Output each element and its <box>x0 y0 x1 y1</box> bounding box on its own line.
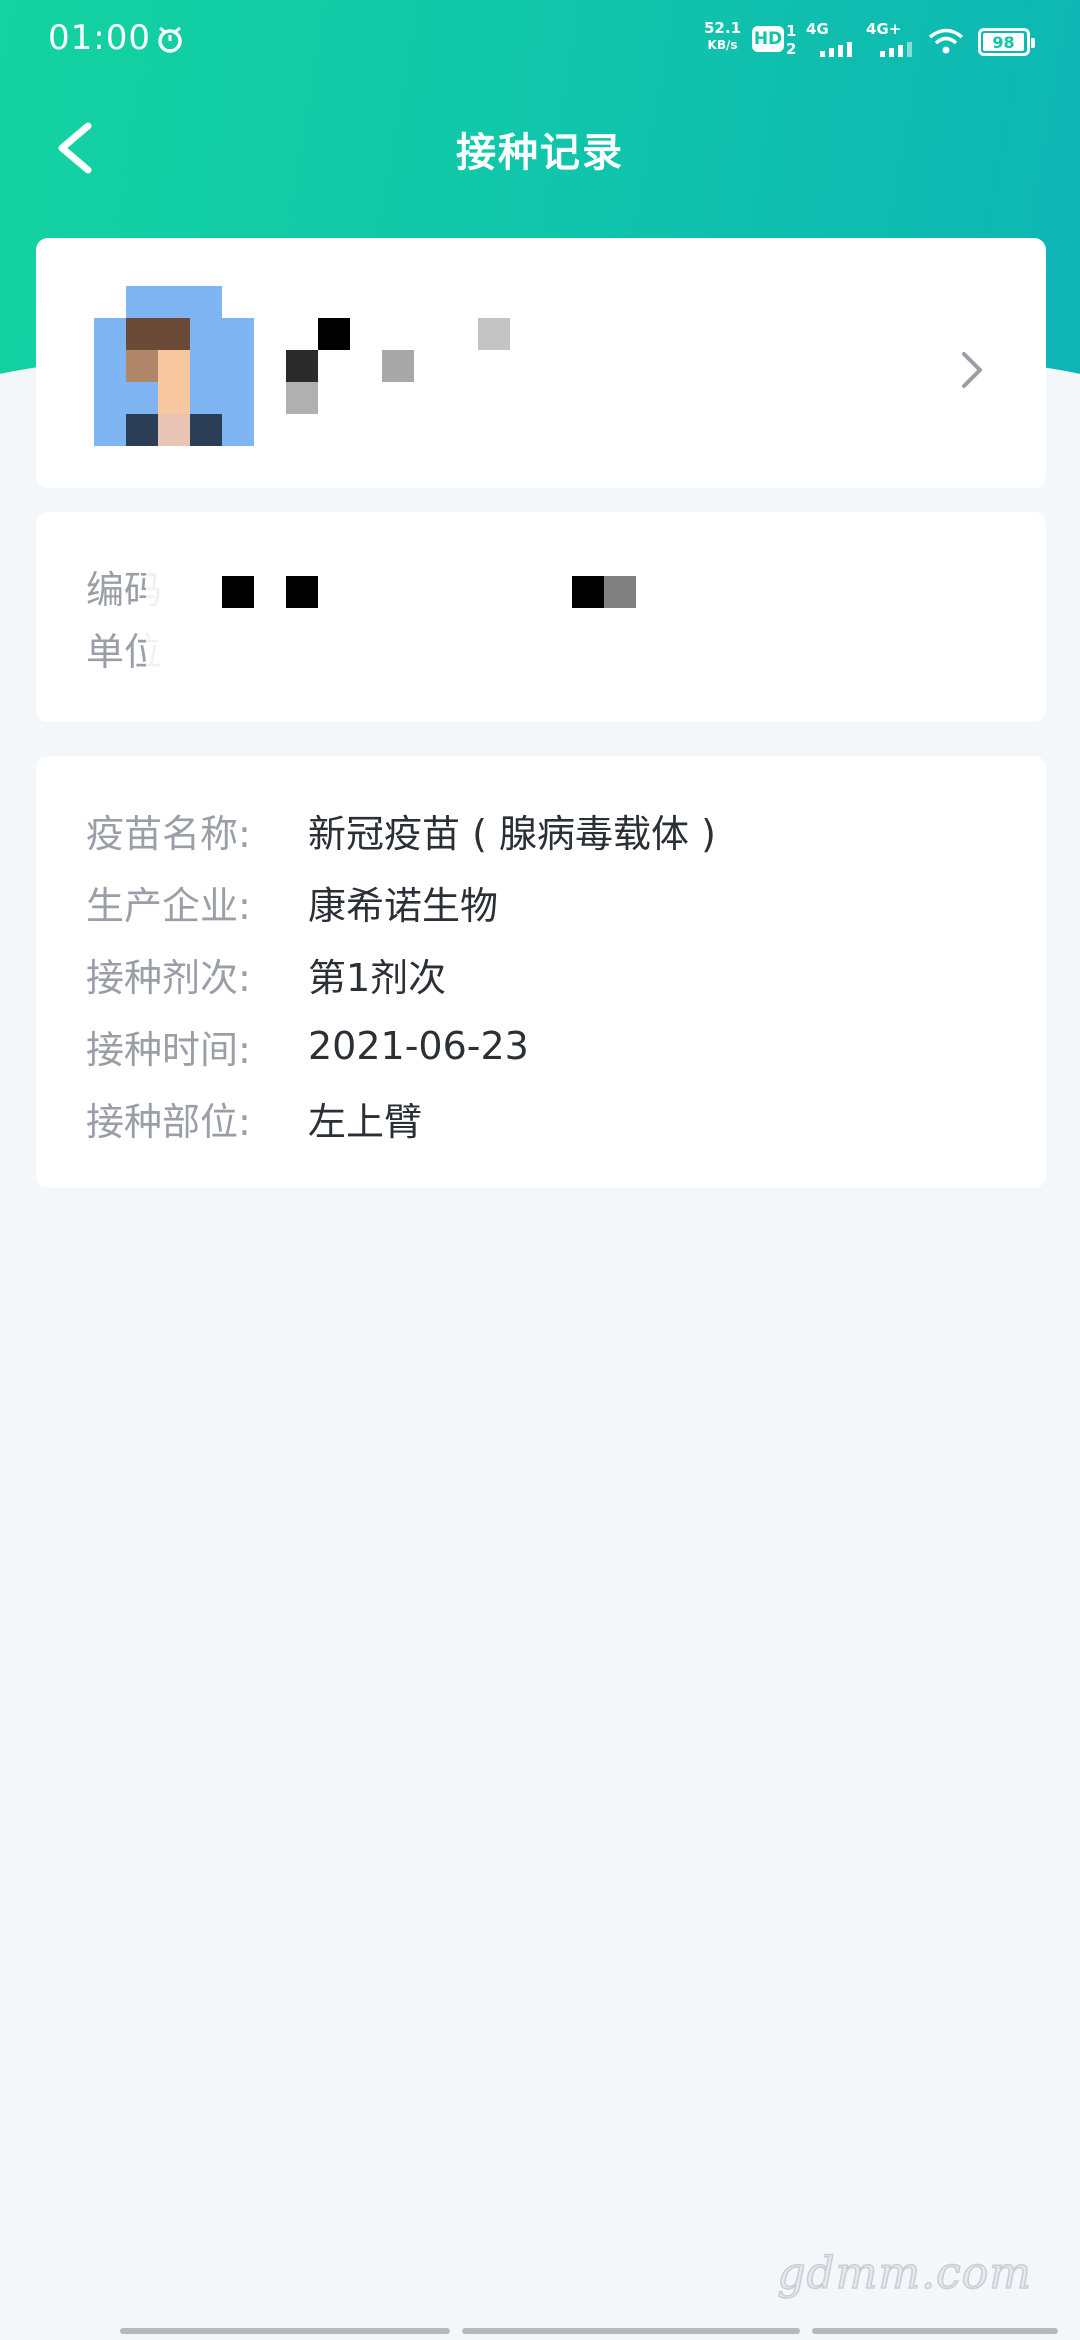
detail-label: 疫苗名称: <box>86 811 251 856</box>
vaccine-record-card: 疫苗名称: 新冠疫苗 ( 腺病毒载体 ) 生产企业: 康希诺生物 接种剂次: 第… <box>36 756 1046 1188</box>
status-time: 01:00 <box>48 18 151 58</box>
signal-1-label: 4G <box>806 20 829 38</box>
name-mosaic <box>286 318 546 418</box>
detail-row-date: 接种时间: 2021-06-23 <box>86 1016 529 1076</box>
detail-label: 接种剂次: <box>86 955 251 1000</box>
page-title: 接种记录 <box>456 130 624 176</box>
alarm-icon <box>158 26 182 53</box>
avatar <box>94 286 254 446</box>
detail-label: 接种部位: <box>86 1099 251 1144</box>
sim-number-1: 1 <box>786 22 797 40</box>
detail-row-manufacturer: 生产企业: 康希诺生物 <box>86 872 498 932</box>
detail-value: 左上臂 <box>308 1099 423 1144</box>
signal-4g-plus-icon: 4G+ <box>866 20 916 60</box>
screen: 01:00 52.1 KB/s HD 1 2 4G 4G+ 98 接种记录 编码… <box>0 0 1080 2340</box>
detail-value: 第1剂次 <box>308 955 447 1000</box>
network-speed-unit: KB/s <box>707 38 738 52</box>
detail-value: 新冠疫苗 ( 腺病毒载体 ) <box>308 811 716 856</box>
redaction-block <box>572 576 604 608</box>
network-speed-value: 52.1 <box>704 19 742 37</box>
redaction-block <box>286 576 318 608</box>
hd-badge: HD <box>752 26 784 52</box>
signal-4g-icon: 4G <box>806 20 856 60</box>
profile-card[interactable] <box>36 238 1046 488</box>
status-bar: 01:00 52.1 KB/s HD 1 2 4G 4G+ 98 <box>0 0 1080 80</box>
system-nav-bar[interactable] <box>120 2328 1058 2334</box>
redaction-blur <box>146 552 196 702</box>
nav-bar-segment[interactable] <box>120 2328 450 2334</box>
network-speed: 52.1 KB/s <box>704 20 741 54</box>
signal-2-label: 4G+ <box>866 20 902 38</box>
nav-bar-segment[interactable] <box>812 2328 1058 2334</box>
redaction-block <box>222 576 254 608</box>
identity-info-card: 编码 单位 <box>36 512 1046 722</box>
detail-value: 2021-06-23 <box>308 1024 529 1068</box>
wifi-icon <box>928 28 964 54</box>
detail-value: 康希诺生物 <box>308 883 499 928</box>
nav-bar-segment[interactable] <box>462 2328 800 2334</box>
detail-row-dose: 接种剂次: 第1剂次 <box>86 944 446 1004</box>
battery-icon: 98 <box>978 28 1035 56</box>
redaction-block <box>604 576 636 608</box>
detail-label: 接种时间: <box>86 1027 251 1072</box>
watermark: gdmm.com <box>777 2247 1032 2300</box>
detail-label: 生产企业: <box>86 883 251 928</box>
sim-numbers: 1 2 <box>786 22 796 58</box>
sim-number-2: 2 <box>786 40 797 58</box>
battery-level: 98 <box>983 33 1024 52</box>
detail-row-site: 接种部位: 左上臂 <box>86 1088 422 1148</box>
chevron-right-icon <box>962 352 982 388</box>
detail-row-vaccine-name: 疫苗名称: 新冠疫苗 ( 腺病毒载体 ) <box>86 800 716 860</box>
